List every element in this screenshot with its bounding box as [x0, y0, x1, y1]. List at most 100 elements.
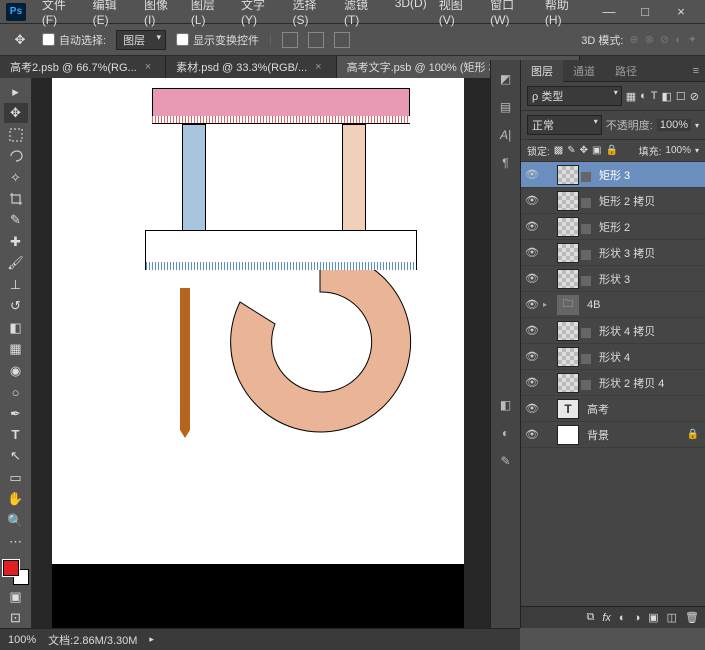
- zoom-level[interactable]: 100%: [8, 634, 36, 646]
- fx-icon[interactable]: fx: [602, 612, 611, 624]
- menu-item[interactable]: 选择(S): [286, 0, 337, 29]
- lock-all-icon[interactable]: 🔒: [605, 145, 617, 156]
- quickmask-tool[interactable]: ▣: [4, 587, 28, 606]
- layer-row[interactable]: 👁形状 3 拷贝: [521, 240, 705, 266]
- layer-filter-select[interactable]: ρ 类型: [527, 86, 622, 106]
- visibility-icon[interactable]: 👁: [525, 272, 539, 285]
- menu-item[interactable]: 窗口(W): [484, 0, 539, 29]
- layer-row[interactable]: 👁 形状 4 拷贝: [521, 318, 705, 344]
- menu-item[interactable]: 帮助(H): [539, 0, 591, 29]
- auto-select-check[interactable]: 自动选择:: [42, 32, 106, 48]
- lock-trans-icon[interactable]: ▩: [554, 145, 563, 156]
- align-icon[interactable]: [308, 32, 324, 48]
- history-panel-icon[interactable]: ◩: [497, 70, 515, 88]
- edit-toolbar[interactable]: ⋯: [4, 533, 28, 552]
- visibility-icon[interactable]: 👁: [525, 168, 539, 181]
- mask-icon[interactable]: ◐: [619, 612, 626, 624]
- layer-name[interactable]: 4B: [587, 299, 701, 311]
- tab-close-icon[interactable]: ×: [145, 61, 151, 73]
- layer-name[interactable]: 矩形 2: [599, 219, 701, 235]
- document-tab[interactable]: 素材.psd @ 33.3%(RGB/...×: [166, 56, 336, 78]
- lock-artboard-icon[interactable]: ▣: [592, 145, 601, 156]
- tab-channels[interactable]: 通道: [563, 60, 605, 82]
- lasso-tool[interactable]: [4, 146, 28, 165]
- layer-name[interactable]: 矩形 3: [599, 167, 701, 183]
- new-layer-icon[interactable]: ◫: [667, 611, 677, 624]
- history-brush-tool[interactable]: ↺: [4, 297, 28, 316]
- tab-paths[interactable]: 路径: [605, 60, 647, 82]
- color-swatches[interactable]: [3, 560, 29, 585]
- pen-tool[interactable]: ✒: [4, 404, 28, 423]
- align-icon[interactable]: [282, 32, 298, 48]
- menu-item[interactable]: 3D(D): [389, 0, 433, 29]
- orbit-icon[interactable]: ⊘: [660, 33, 669, 46]
- menu-item[interactable]: 图像(I): [138, 0, 185, 29]
- folder-arrow-icon[interactable]: ▸: [543, 300, 553, 309]
- layer-name[interactable]: 形状 4 拷贝: [599, 323, 701, 339]
- layer-row[interactable]: 👁T高考: [521, 396, 705, 422]
- blur-tool[interactable]: ◉: [4, 361, 28, 380]
- layer-name[interactable]: 矩形 2 拷贝: [599, 193, 701, 209]
- visibility-icon[interactable]: 👁: [525, 376, 539, 389]
- maximize-button[interactable]: □: [631, 4, 659, 19]
- char-panel-icon[interactable]: A|: [497, 126, 515, 144]
- menu-item[interactable]: 视图(V): [433, 0, 484, 29]
- layer-row[interactable]: 👁▸🗀4B: [521, 292, 705, 318]
- visibility-icon[interactable]: 👁: [525, 350, 539, 363]
- foreground-color[interactable]: [3, 560, 19, 576]
- visibility-icon[interactable]: 👁: [525, 298, 539, 311]
- menu-item[interactable]: 编辑(E): [87, 0, 138, 29]
- layer-row[interactable]: 👁 形状 4: [521, 344, 705, 370]
- filter-icon[interactable]: ▦: [626, 90, 636, 103]
- document-tab[interactable]: 高考2.psb @ 66.7%(RG...×: [0, 56, 166, 78]
- visibility-icon[interactable]: 👁: [525, 194, 539, 207]
- menu-item[interactable]: 文字(Y): [235, 0, 286, 29]
- layer-name[interactable]: 形状 2 拷贝 4: [599, 375, 701, 391]
- color-panel-icon[interactable]: ▤: [497, 98, 515, 116]
- heal-tool[interactable]: ✚: [4, 232, 28, 251]
- align-icon[interactable]: [334, 32, 350, 48]
- type-tool[interactable]: T: [4, 425, 28, 444]
- dodge-tool[interactable]: ○: [4, 382, 28, 401]
- wand-tool[interactable]: ✧: [4, 168, 28, 187]
- lock-paint-icon[interactable]: ✎: [567, 145, 575, 156]
- link-layers-icon[interactable]: ⧉: [586, 611, 594, 624]
- canvas[interactable]: [52, 78, 464, 564]
- marquee-tool[interactable]: [4, 125, 28, 144]
- panel-icon[interactable]: ◐: [497, 424, 515, 442]
- path-tool[interactable]: ↖: [4, 447, 28, 466]
- auto-select-target[interactable]: 图层: [116, 30, 166, 50]
- tab-close-icon[interactable]: ×: [315, 61, 321, 73]
- opacity-value[interactable]: 100%: [657, 119, 691, 131]
- layer-name[interactable]: 高考: [587, 401, 701, 417]
- visibility-icon[interactable]: 👁: [525, 324, 539, 337]
- shape-tool[interactable]: ▭: [4, 468, 28, 487]
- filter-icon[interactable]: ☐: [676, 90, 686, 103]
- move-tool[interactable]: ✥: [4, 103, 28, 122]
- layer-row[interactable]: 👁 矩形 2 拷贝: [521, 188, 705, 214]
- eraser-tool[interactable]: ◧: [4, 318, 28, 337]
- orbit-icon[interactable]: ⊗: [645, 33, 654, 46]
- menu-item[interactable]: 滤镜(T): [338, 0, 389, 29]
- layer-row[interactable]: 👁 矩形 3: [521, 162, 705, 188]
- group-icon[interactable]: ▣: [648, 611, 658, 624]
- visibility-icon[interactable]: 👁: [525, 402, 539, 415]
- gradient-tool[interactable]: ▦: [4, 339, 28, 358]
- visibility-icon[interactable]: 👁: [525, 428, 539, 441]
- menu-item[interactable]: 图层(L): [185, 0, 235, 29]
- lock-pos-icon[interactable]: ✥: [580, 145, 588, 156]
- layers-list[interactable]: 👁矩形 3👁矩形 2 拷贝👁矩形 2👁形状 3 拷贝👁形状 3👁▸🗀4B👁形状 …: [521, 162, 705, 606]
- visibility-icon[interactable]: 👁: [525, 246, 539, 259]
- blend-mode-select[interactable]: 正常: [527, 115, 602, 135]
- minimize-button[interactable]: —: [595, 4, 623, 19]
- layer-name[interactable]: 形状 4: [599, 349, 701, 365]
- close-button[interactable]: ×: [667, 4, 695, 19]
- crop-tool[interactable]: [4, 189, 28, 208]
- layer-row[interactable]: 👁形状 3: [521, 266, 705, 292]
- adjustment-icon[interactable]: ◑: [634, 612, 641, 624]
- fill-value[interactable]: 100%: [665, 145, 691, 156]
- screenmode-tool[interactable]: ⊡: [4, 609, 28, 628]
- filter-toggle[interactable]: ⊘: [690, 90, 699, 103]
- zoom-tool[interactable]: 🔍: [4, 511, 28, 530]
- expand-icon[interactable]: ▸: [4, 82, 28, 101]
